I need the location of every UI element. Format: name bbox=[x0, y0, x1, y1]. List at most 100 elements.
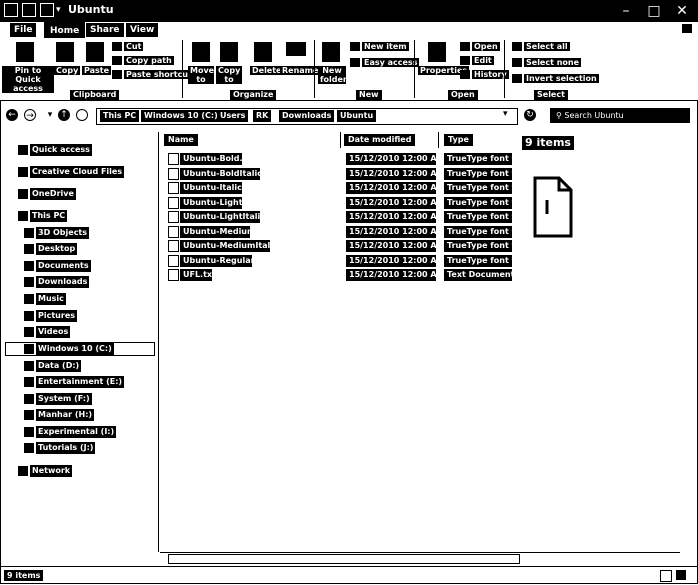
nav-item-label: Desktop bbox=[36, 243, 78, 255]
file-type: Text Document bbox=[444, 269, 512, 281]
nav-item-label: Manhar (H:) bbox=[36, 409, 95, 421]
back-arrow-icon[interactable]: ← bbox=[6, 109, 18, 121]
nav-item-label: This PC bbox=[30, 210, 68, 222]
star-icon bbox=[18, 145, 28, 155]
breadcrumb-ubuntu[interactable]: Ubuntu bbox=[337, 110, 377, 122]
file-type: TrueType font fil bbox=[444, 153, 512, 165]
select-all-icon bbox=[512, 42, 522, 51]
ribbon: Pin to Quick access Copy Paste Cut Copy … bbox=[0, 24, 698, 101]
large-icons-view-icon[interactable] bbox=[676, 570, 686, 580]
breadcrumb-rk[interactable]: RK bbox=[253, 110, 272, 122]
music-icon bbox=[24, 294, 34, 304]
pin-to-quick-access-button[interactable]: Pin to Quick access bbox=[2, 66, 54, 93]
select-none-button[interactable]: Select none bbox=[524, 58, 582, 67]
file-date: 15/12/2010 12:00 AM bbox=[346, 211, 436, 223]
properties-icon[interactable] bbox=[22, 3, 36, 17]
column-header-name[interactable]: Name bbox=[164, 134, 198, 146]
tab-share[interactable]: Share bbox=[86, 23, 124, 37]
minimize-button[interactable]: – bbox=[614, 1, 638, 21]
up-arrow-icon[interactable]: ↑ bbox=[58, 109, 70, 121]
font-file-icon bbox=[168, 211, 179, 223]
breadcrumb-windows-10[interactable]: Windows 10 (C:) bbox=[141, 110, 221, 122]
horizontal-scrollbar[interactable] bbox=[160, 552, 680, 564]
close-button[interactable]: ✕ bbox=[670, 1, 694, 21]
breadcrumb[interactable]: This PC Windows 10 (C:) Users RK Downloa… bbox=[96, 108, 518, 125]
table-row[interactable]: Ubuntu-Regular.ttf 15/12/2010 12:00 AM T… bbox=[160, 254, 512, 268]
breadcrumb-users[interactable]: Users bbox=[217, 110, 249, 122]
table-row[interactable]: Ubuntu-MediumItalic.ttf 15/12/2010 12:00… bbox=[160, 239, 512, 253]
delete-button[interactable]: Delete bbox=[250, 66, 284, 75]
invert-selection-icon bbox=[512, 74, 522, 83]
search-icon: ⚲ bbox=[556, 111, 562, 120]
nav-item-label: Quick access bbox=[30, 144, 92, 156]
delete-icon bbox=[254, 42, 272, 62]
file-name: Ubuntu-Bold.ttf bbox=[180, 153, 242, 165]
details-view-icon[interactable] bbox=[660, 570, 672, 582]
paste-icon bbox=[86, 42, 104, 62]
file-type: TrueType font fil bbox=[444, 240, 512, 252]
nav-item-label: Network bbox=[30, 465, 73, 477]
status-bar: 9 items bbox=[0, 566, 698, 585]
drive-icon bbox=[24, 361, 34, 371]
copy-button[interactable]: Copy bbox=[54, 66, 81, 75]
table-row[interactable]: Ubuntu-BoldItalic.ttf 15/12/2010 12:00 A… bbox=[160, 167, 512, 181]
nav-item-windows-10[interactable]: Windows 10 (C:) bbox=[5, 342, 155, 356]
invert-selection-button[interactable]: Invert selection bbox=[524, 74, 599, 83]
new-item-button[interactable]: New item bbox=[362, 42, 409, 51]
file-preview-icon bbox=[533, 176, 573, 238]
help-icon[interactable] bbox=[682, 24, 692, 33]
open-button[interactable]: Open bbox=[472, 42, 500, 51]
table-row[interactable]: Ubuntu-Medium.ttf 15/12/2010 12:00 AM Tr… bbox=[160, 225, 512, 239]
column-divider[interactable] bbox=[438, 132, 439, 148]
select-all-button[interactable]: Select all bbox=[524, 42, 570, 51]
network-icon bbox=[18, 466, 28, 476]
nav-item-label: Creative Cloud Files bbox=[30, 166, 125, 178]
copy-to-button[interactable]: Copy to bbox=[216, 66, 242, 84]
copy-path-button[interactable]: Copy path bbox=[124, 56, 174, 65]
new-folder-icon bbox=[322, 42, 340, 62]
paste-button[interactable]: Paste bbox=[82, 66, 112, 75]
address-dropdown-icon[interactable]: ▾ bbox=[503, 109, 508, 119]
search-input[interactable]: ⚲ Search Ubuntu bbox=[550, 108, 690, 123]
move-to-button[interactable]: Move to bbox=[188, 66, 214, 84]
column-header-type[interactable]: Type bbox=[444, 134, 473, 146]
new-folder-icon[interactable] bbox=[40, 3, 54, 17]
forward-arrow-icon[interactable]: → bbox=[24, 109, 36, 121]
nav-item-label: Downloads bbox=[36, 276, 90, 288]
edit-icon bbox=[460, 56, 470, 65]
search-placeholder: Search Ubuntu bbox=[564, 111, 624, 120]
new-folder-button[interactable]: New folder bbox=[318, 66, 347, 84]
file-type: TrueType font fil bbox=[444, 211, 512, 223]
edit-button[interactable]: Edit bbox=[472, 56, 494, 65]
breadcrumb-downloads[interactable]: Downloads bbox=[279, 110, 335, 122]
recent-locations-icon[interactable]: ▾ bbox=[44, 109, 56, 121]
file-date: 15/12/2010 12:00 AM bbox=[346, 168, 436, 180]
drive-icon bbox=[24, 443, 34, 453]
ribbon-separator bbox=[504, 40, 505, 98]
font-file-icon bbox=[168, 240, 179, 252]
table-row[interactable]: UFL.txt 15/12/2010 12:00 AM Text Documen… bbox=[160, 268, 512, 282]
paste-shortcut-button[interactable]: Paste shortcut bbox=[124, 70, 194, 79]
tab-file[interactable]: File bbox=[10, 23, 37, 37]
table-row[interactable]: Ubuntu-Light.ttf 15/12/2010 12:00 AM Tru… bbox=[160, 196, 512, 210]
file-type: TrueType font fil bbox=[444, 255, 512, 267]
maximize-button[interactable]: □ bbox=[642, 1, 666, 21]
new-group-label: New bbox=[356, 90, 382, 100]
ribbon-separator bbox=[182, 40, 183, 98]
table-row[interactable]: Ubuntu-Italic.ttf 15/12/2010 12:00 AM Tr… bbox=[160, 181, 512, 195]
table-row[interactable]: Ubuntu-LightItalic.ttf 15/12/2010 12:00 … bbox=[160, 210, 512, 224]
cut-button[interactable]: Cut bbox=[124, 42, 144, 51]
column-header-date[interactable]: Date modified bbox=[344, 134, 416, 146]
refresh-icon[interactable]: ↻ bbox=[524, 109, 536, 121]
file-type: TrueType font fil bbox=[444, 182, 512, 194]
table-row[interactable]: Ubuntu-Bold.ttf 15/12/2010 12:00 AM True… bbox=[160, 152, 512, 166]
scrollbar-thumb[interactable] bbox=[168, 554, 520, 564]
column-divider[interactable] bbox=[340, 132, 341, 148]
tab-view[interactable]: View bbox=[126, 23, 159, 37]
breadcrumb-this-pc[interactable]: This PC bbox=[100, 110, 140, 122]
easy-access-button[interactable]: Easy access bbox=[362, 58, 420, 67]
drive-icon bbox=[24, 394, 34, 404]
file-name: Ubuntu-Light.ttf bbox=[180, 197, 242, 209]
explorer-icon bbox=[4, 3, 18, 17]
file-name: Ubuntu-BoldItalic.ttf bbox=[180, 168, 260, 180]
